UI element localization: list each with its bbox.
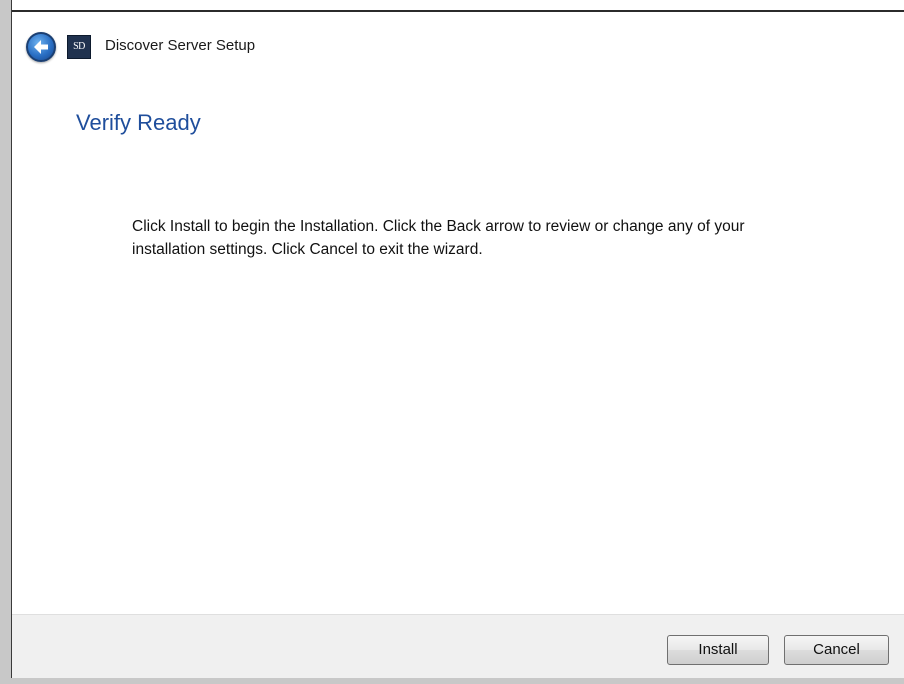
button-bar: Install Cancel xyxy=(12,614,904,678)
back-arrow-glyph xyxy=(34,40,48,54)
frame-left-edge xyxy=(0,0,12,684)
page-title: Verify Ready xyxy=(76,110,201,135)
frame-top-edge xyxy=(0,0,904,12)
title-bar: SD Discover Server Setup xyxy=(12,12,904,78)
instructions-text: Click Install to begin the Installation.… xyxy=(132,218,745,258)
screenshot-page: SD Discover Server Setup Verify Ready Cl… xyxy=(0,0,904,684)
window-title: Discover Server Setup xyxy=(105,37,256,54)
frame-bottom-edge xyxy=(0,678,904,684)
install-button[interactable]: Install xyxy=(667,635,769,665)
cancel-button[interactable]: Cancel xyxy=(784,635,889,665)
setup-wizard-window: SD Discover Server Setup Verify Ready Cl… xyxy=(12,12,904,678)
app-logo-icon: SD xyxy=(67,35,91,59)
back-arrow-icon[interactable] xyxy=(26,32,56,62)
